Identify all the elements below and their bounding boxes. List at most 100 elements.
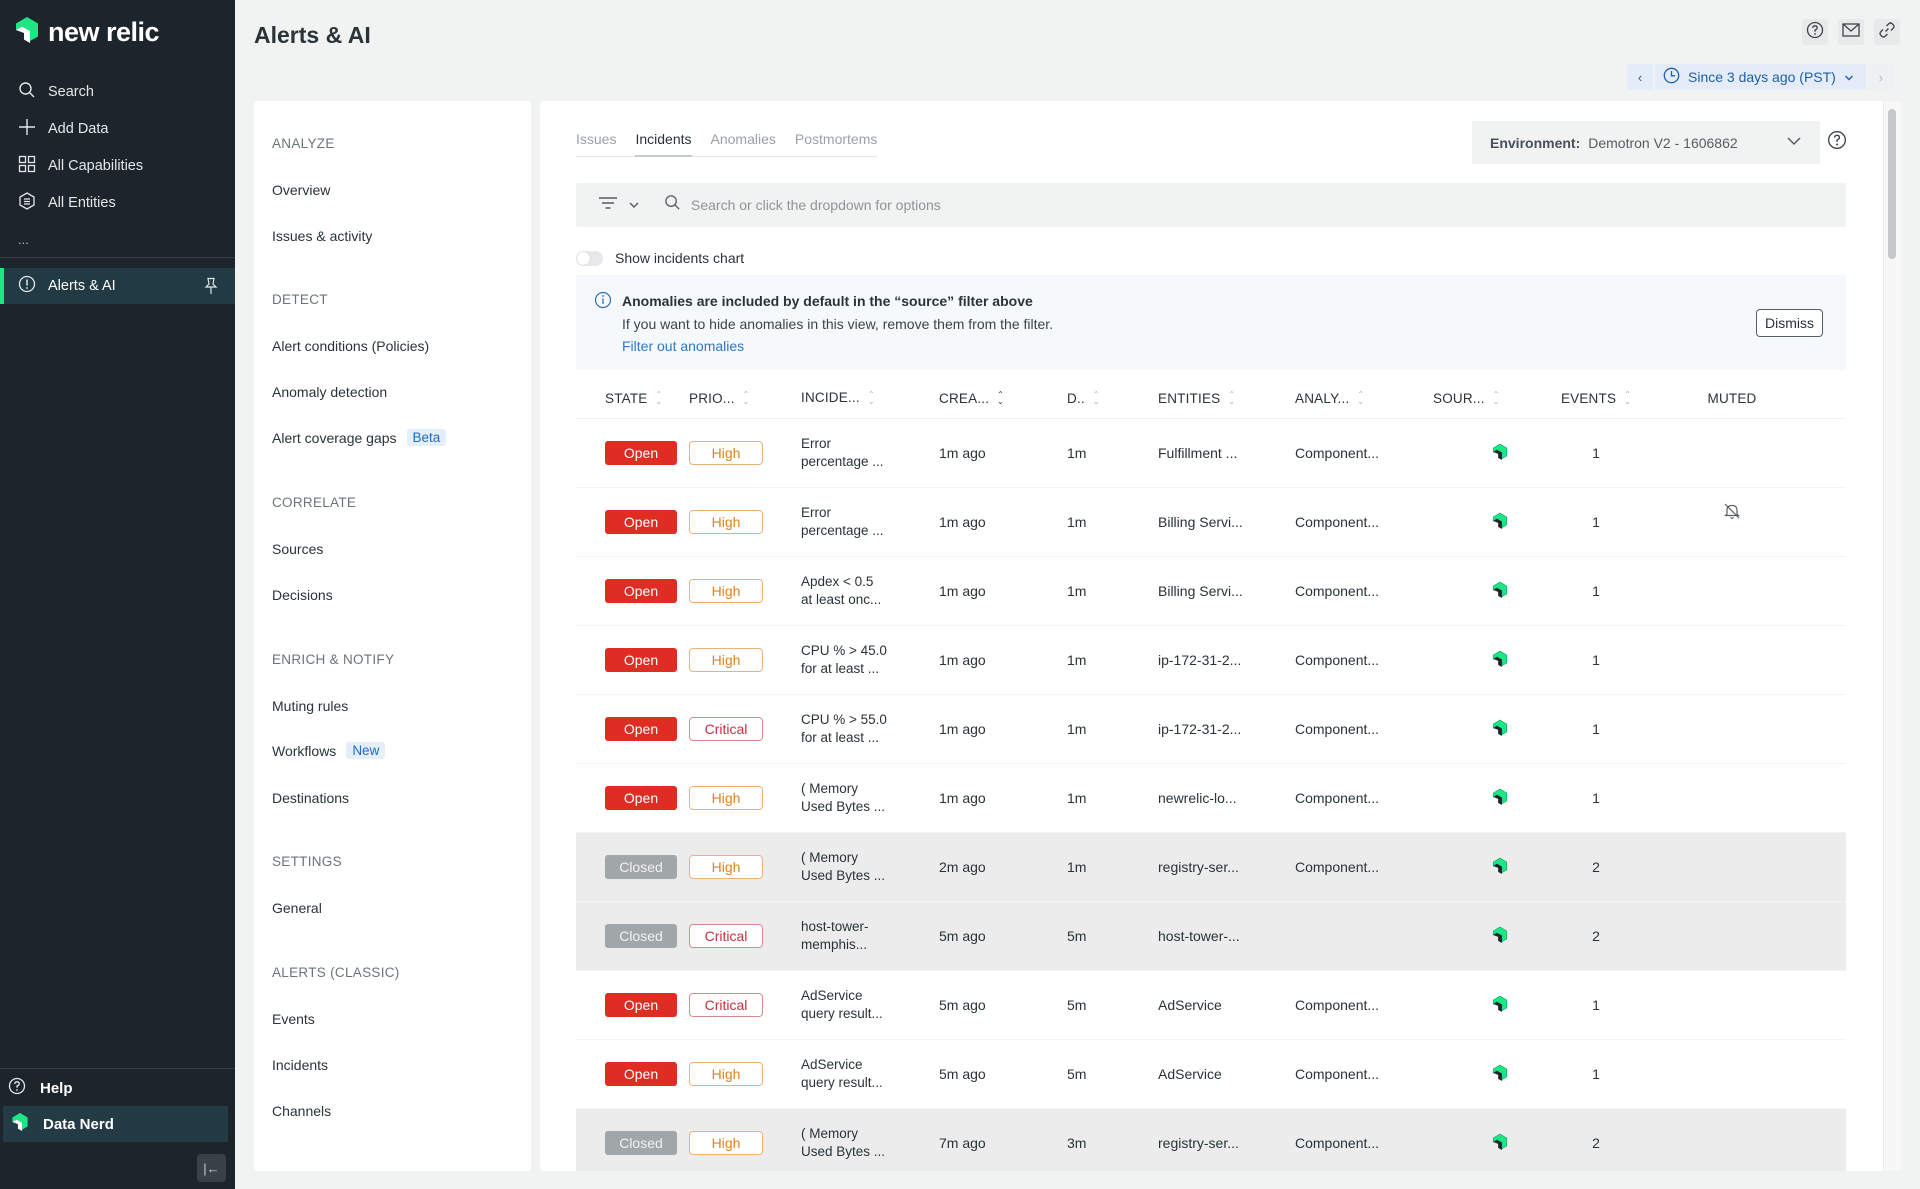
entities-cell[interactable]: host-tower-... [1158,928,1295,944]
submenu-item-overview[interactable]: Overview [272,182,330,198]
filter-icon[interactable] [598,196,618,215]
incident-name[interactable]: AdService query result... [801,987,939,1023]
tab-issues[interactable]: Issues [576,119,616,156]
nav-item-add-data[interactable]: Add Data [18,114,108,144]
submenu-item-destinations[interactable]: Destinations [272,790,349,806]
filter-out-anomalies-link[interactable]: Filter out anomalies [622,338,744,354]
incident-name[interactable]: ( Memory Used Bytes ... [801,1125,939,1161]
column-header-entities[interactable]: ENTITIES ⌃ ⌄ [1158,391,1295,406]
incidents-chart-toggle[interactable] [576,250,603,266]
entities-cell[interactable]: Fulfillment ... [1158,445,1295,461]
environment-select[interactable]: Environment: Demotron V2 - 1606862 [1472,121,1820,164]
column-header-incident[interactable]: INCIDE... ⌃ ⌄ [801,389,939,407]
table-row[interactable]: Open Critical CPU % > 55.0 for at least .… [576,695,1846,764]
new-relic-logo[interactable]: new relic [14,16,160,49]
time-range-select[interactable]: Since 3 days ago (PST) [1655,64,1866,90]
column-header-source[interactable]: SOUR... ⌃ ⌄ [1433,391,1566,406]
chevron-down-icon[interactable] [628,196,640,214]
help-button[interactable] [1802,19,1828,45]
submenu-item-general[interactable]: General [272,900,322,916]
nav-item-all-entities[interactable]: All Entities [18,188,116,218]
nav-user-menu[interactable]: Data Nerd [3,1106,228,1142]
table-row[interactable]: Open High AdService query result... 5m ag… [576,1040,1846,1109]
source-cell [1433,443,1566,464]
nav-item-label: All Capabilities [48,158,144,174]
collapse-nav-button[interactable]: |← [197,1154,226,1182]
table-row[interactable]: Open High Apdex < 0.5 at least onc... 1m … [576,557,1846,626]
tab-postmortems[interactable]: Postmortems [795,119,877,156]
pin-icon[interactable] [203,277,219,299]
submenu-item-muting-rules[interactable]: Muting rules [272,698,348,714]
submenu-item-anomaly-detection[interactable]: Anomaly detection [272,384,387,400]
incident-name[interactable]: Error percentage ... [801,435,939,471]
entities-cell[interactable]: newrelic-lo... [1158,790,1295,806]
time-previous-button[interactable]: ‹ [1627,64,1653,90]
search-input[interactable] [691,197,1491,213]
table-row[interactable]: Open High CPU % > 45.0 for at least ... 1… [576,626,1846,695]
nav-item-all-capabilities[interactable]: All Capabilities [18,151,143,181]
incident-name[interactable]: host-tower-memphis... [801,918,939,954]
incident-name-line: for at least ... [801,730,880,745]
incident-name[interactable]: CPU % > 45.0 for at least ... [801,642,939,678]
table-row[interactable]: Closed Critical host-tower-memphis... 5m… [576,902,1846,971]
column-header-state[interactable]: STATE ⌃ ⌄ [576,391,683,406]
table-row[interactable]: Open Critical AdService query result... 5… [576,971,1846,1040]
scrollbar-track[interactable] [1883,101,1902,1171]
collapse-icon: |← [203,1160,220,1176]
feedback-button[interactable] [1838,19,1864,45]
entities-cell[interactable]: AdService [1158,1066,1295,1082]
submenu-item-incidents[interactable]: Incidents [272,1057,328,1073]
column-header-priority[interactable]: PRIO... ⌃ ⌄ [683,391,801,406]
submenu-item-issues-activity[interactable]: Issues & activity [272,228,372,244]
duration-cell: 1m [1067,445,1087,461]
new-relic-logo-icon [14,16,40,49]
incident-name[interactable]: Error percentage ... [801,504,939,540]
time-next-button[interactable]: › [1867,64,1894,90]
entities-cell[interactable]: Billing Servi... [1158,514,1295,530]
time-picker: ‹ Since 3 days ago (PST) › [1627,64,1894,90]
entities-cell[interactable]: registry-ser... [1158,859,1295,875]
incident-name[interactable]: ( Memory Used Bytes ... [801,780,939,816]
column-header-duration[interactable]: D.. ⌃ ⌄ [1067,391,1158,406]
submenu-item-sources[interactable]: Sources [272,541,323,557]
copy-link-button[interactable] [1874,19,1900,45]
nav-item-search[interactable]: Search [18,77,94,107]
environment-help-icon[interactable] [1827,130,1847,155]
incident-name[interactable]: ( Memory Used Bytes ... [801,849,939,885]
table-row[interactable]: Closed High ( Memory Used Bytes ... 7m ag… [576,1109,1846,1171]
entities-cell[interactable]: ip-172-31-2... [1158,652,1295,668]
incident-name[interactable]: Apdex < 0.5 at least onc... [801,573,939,609]
tab-bar: Issues Incidents Anomalies Postmortems [576,119,878,157]
incident-name-line: ( Memory [801,1126,858,1141]
tab-incidents[interactable]: Incidents [635,119,692,157]
analysis-cell: Component... [1295,514,1380,530]
entities-cell[interactable]: ip-172-31-2... [1158,721,1295,737]
entities-cell[interactable]: registry-ser... [1158,1135,1295,1151]
nav-help[interactable]: Help [8,1074,73,1102]
column-header-created[interactable]: CREA... ⌃ ⌄ [939,391,1067,406]
table-row[interactable]: Open High Error percentage ... 1m ago 1m … [576,419,1846,488]
grid-icon [18,155,36,177]
submenu-item-channels[interactable]: Channels [272,1103,331,1119]
submenu-item-alert-conditions[interactable]: Alert conditions (Policies) [272,338,429,354]
scrollbar-thumb[interactable] [1888,109,1896,259]
section-heading-detect: DETECT [272,292,328,307]
column-header-analysis[interactable]: ANALY... ⌃ ⌄ [1295,391,1433,406]
incident-name[interactable]: CPU % > 55.0 for at least ... [801,711,939,747]
nav-more-button[interactable]: ... [18,224,29,254]
tab-anomalies[interactable]: Anomalies [711,119,776,156]
submenu-item-decisions[interactable]: Decisions [272,587,333,603]
duration-cell: 1m [1067,859,1087,875]
submenu-item-workflows[interactable]: Workflows New [272,742,386,759]
table-row[interactable]: Open High ( Memory Used Bytes ... 1m ago … [576,764,1846,833]
incident-name[interactable]: AdService query result... [801,1056,939,1092]
table-row[interactable]: Closed High ( Memory Used Bytes ... 2m ag… [576,833,1846,902]
dismiss-button[interactable]: Dismiss [1756,309,1823,337]
table-row[interactable]: Open High Error percentage ... 1m ago 1m … [576,488,1846,557]
submenu-item-events[interactable]: Events [272,1011,315,1027]
nav-item-alerts-ai[interactable]: Alerts & AI [0,268,235,304]
column-header-events[interactable]: EVENTS ⌃ ⌄ [1561,391,1631,406]
entities-cell[interactable]: Billing Servi... [1158,583,1295,599]
submenu-item-alert-coverage-gaps[interactable]: Alert coverage gaps Beta [272,429,447,446]
entities-cell[interactable]: AdService [1158,997,1295,1013]
